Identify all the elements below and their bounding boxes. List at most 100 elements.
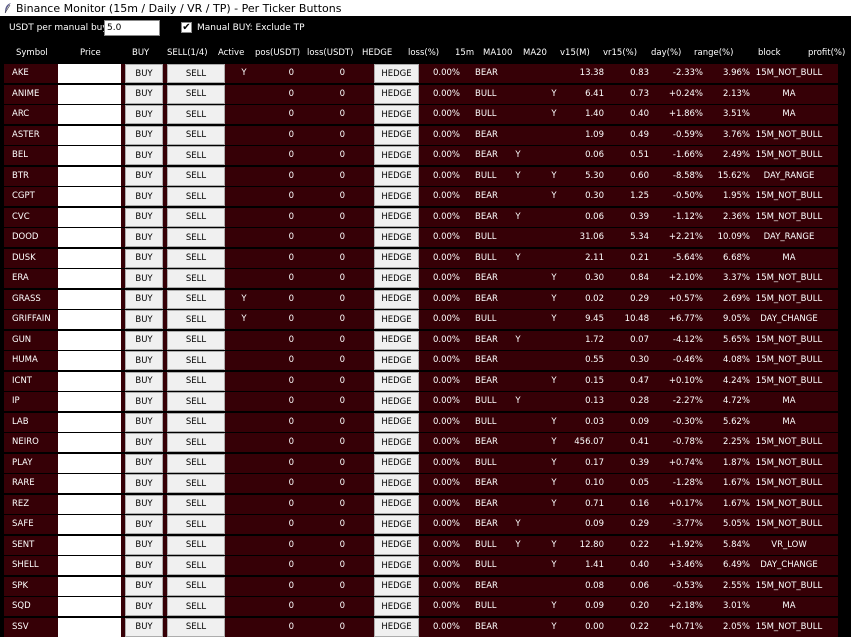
price-field[interactable] — [58, 330, 121, 350]
hedge-button[interactable]: HEDGE — [374, 105, 419, 124]
hedge-button[interactable]: HEDGE — [374, 289, 419, 309]
buy-button[interactable]: BUY — [125, 433, 163, 452]
price-field[interactable] — [58, 597, 121, 616]
sell-button[interactable]: SELL — [167, 289, 225, 309]
hedge-button[interactable]: HEDGE — [374, 494, 419, 514]
sell-button[interactable]: SELL — [167, 597, 225, 616]
price-field[interactable] — [58, 474, 121, 493]
sell-button[interactable]: SELL — [167, 535, 225, 555]
hedge-button[interactable]: HEDGE — [374, 453, 419, 473]
buy-button[interactable]: BUY — [125, 576, 163, 596]
price-field[interactable] — [58, 617, 121, 637]
sell-button[interactable]: SELL — [167, 146, 225, 165]
price-field[interactable] — [58, 248, 121, 268]
hedge-button[interactable]: HEDGE — [374, 351, 419, 370]
buy-button[interactable]: BUY — [125, 535, 163, 555]
hedge-button[interactable]: HEDGE — [374, 515, 419, 534]
price-field[interactable] — [58, 576, 121, 596]
price-field[interactable] — [58, 207, 121, 227]
col-buy[interactable]: BUY — [132, 48, 149, 58]
buy-button[interactable]: BUY — [125, 310, 163, 329]
price-field[interactable] — [58, 125, 121, 145]
sell-button[interactable]: SELL — [167, 269, 225, 288]
buy-button[interactable]: BUY — [125, 64, 163, 83]
price-field[interactable] — [58, 515, 121, 534]
sell-button[interactable]: SELL — [167, 474, 225, 493]
sell-button[interactable]: SELL — [167, 125, 225, 145]
buy-button[interactable]: BUY — [125, 392, 163, 411]
sell-button[interactable]: SELL — [167, 576, 225, 596]
price-field[interactable] — [58, 84, 121, 104]
price-field[interactable] — [58, 494, 121, 514]
price-field[interactable] — [58, 392, 121, 411]
hedge-button[interactable]: HEDGE — [374, 576, 419, 596]
hedge-button[interactable]: HEDGE — [374, 330, 419, 350]
col-block[interactable]: block — [758, 48, 781, 58]
buy-button[interactable]: BUY — [125, 166, 163, 186]
sell-button[interactable]: SELL — [167, 310, 225, 329]
buy-button[interactable]: BUY — [125, 474, 163, 493]
buy-button[interactable]: BUY — [125, 146, 163, 165]
price-field[interactable] — [58, 433, 121, 452]
sell-button[interactable]: SELL — [167, 207, 225, 227]
buy-button[interactable]: BUY — [125, 207, 163, 227]
sell-button[interactable]: SELL — [167, 433, 225, 452]
price-field[interactable] — [58, 146, 121, 165]
hedge-button[interactable]: HEDGE — [374, 412, 419, 432]
price-field[interactable] — [58, 412, 121, 432]
sell-button[interactable]: SELL — [167, 392, 225, 411]
price-field[interactable] — [58, 535, 121, 555]
hedge-button[interactable]: HEDGE — [374, 207, 419, 227]
sell-button[interactable]: SELL — [167, 105, 225, 124]
hedge-button[interactable]: HEDGE — [374, 125, 419, 145]
sell-button[interactable]: SELL — [167, 515, 225, 534]
manual-buy-exclude-tp-checkbox[interactable]: ✔ — [181, 22, 192, 33]
col-loss[interactable]: loss(USDT) — [307, 48, 353, 58]
hedge-button[interactable]: HEDGE — [374, 187, 419, 206]
hedge-button[interactable]: HEDGE — [374, 166, 419, 186]
col-loss-pct[interactable]: loss(%) — [408, 48, 439, 58]
sell-button[interactable]: SELL — [167, 351, 225, 370]
buy-button[interactable]: BUY — [125, 494, 163, 514]
buy-button[interactable]: BUY — [125, 597, 163, 616]
price-field[interactable] — [58, 64, 121, 83]
sell-button[interactable]: SELL — [167, 330, 225, 350]
hedge-button[interactable]: HEDGE — [374, 556, 419, 575]
buy-button[interactable]: BUY — [125, 371, 163, 391]
price-field[interactable] — [58, 289, 121, 309]
buy-button[interactable]: BUY — [125, 269, 163, 288]
price-field[interactable] — [58, 310, 121, 329]
col-price[interactable]: Price — [80, 48, 101, 58]
col-day[interactable]: day(%) — [651, 48, 681, 58]
col-range[interactable]: range(%) — [694, 48, 733, 58]
hedge-button[interactable]: HEDGE — [374, 433, 419, 452]
hedge-button[interactable]: HEDGE — [374, 84, 419, 104]
col-symbol[interactable]: Symbol — [16, 48, 48, 58]
sell-button[interactable]: SELL — [167, 248, 225, 268]
buy-button[interactable]: BUY — [125, 105, 163, 124]
sell-button[interactable]: SELL — [167, 187, 225, 206]
buy-button[interactable]: BUY — [125, 187, 163, 206]
hedge-button[interactable]: HEDGE — [374, 269, 419, 288]
hedge-button[interactable]: HEDGE — [374, 146, 419, 165]
hedge-button[interactable]: HEDGE — [374, 310, 419, 329]
buy-button[interactable]: BUY — [125, 515, 163, 534]
sell-button[interactable]: SELL — [167, 84, 225, 104]
hedge-button[interactable]: HEDGE — [374, 248, 419, 268]
usdt-per-buy-input[interactable] — [104, 20, 160, 36]
col-profit[interactable]: profit(%) — [808, 48, 845, 58]
sell-button[interactable]: SELL — [167, 166, 225, 186]
price-field[interactable] — [58, 351, 121, 370]
col-vr15[interactable]: vr15(%) — [603, 48, 637, 58]
col-ma100[interactable]: MA100 — [483, 48, 512, 58]
price-field[interactable] — [58, 269, 121, 288]
buy-button[interactable]: BUY — [125, 556, 163, 575]
hedge-button[interactable]: HEDGE — [374, 392, 419, 411]
buy-button[interactable]: BUY — [125, 330, 163, 350]
buy-button[interactable]: BUY — [125, 125, 163, 145]
hedge-button[interactable]: HEDGE — [374, 474, 419, 493]
hedge-button[interactable]: HEDGE — [374, 228, 419, 247]
buy-button[interactable]: BUY — [125, 351, 163, 370]
price-field[interactable] — [58, 187, 121, 206]
sell-button[interactable]: SELL — [167, 64, 225, 83]
